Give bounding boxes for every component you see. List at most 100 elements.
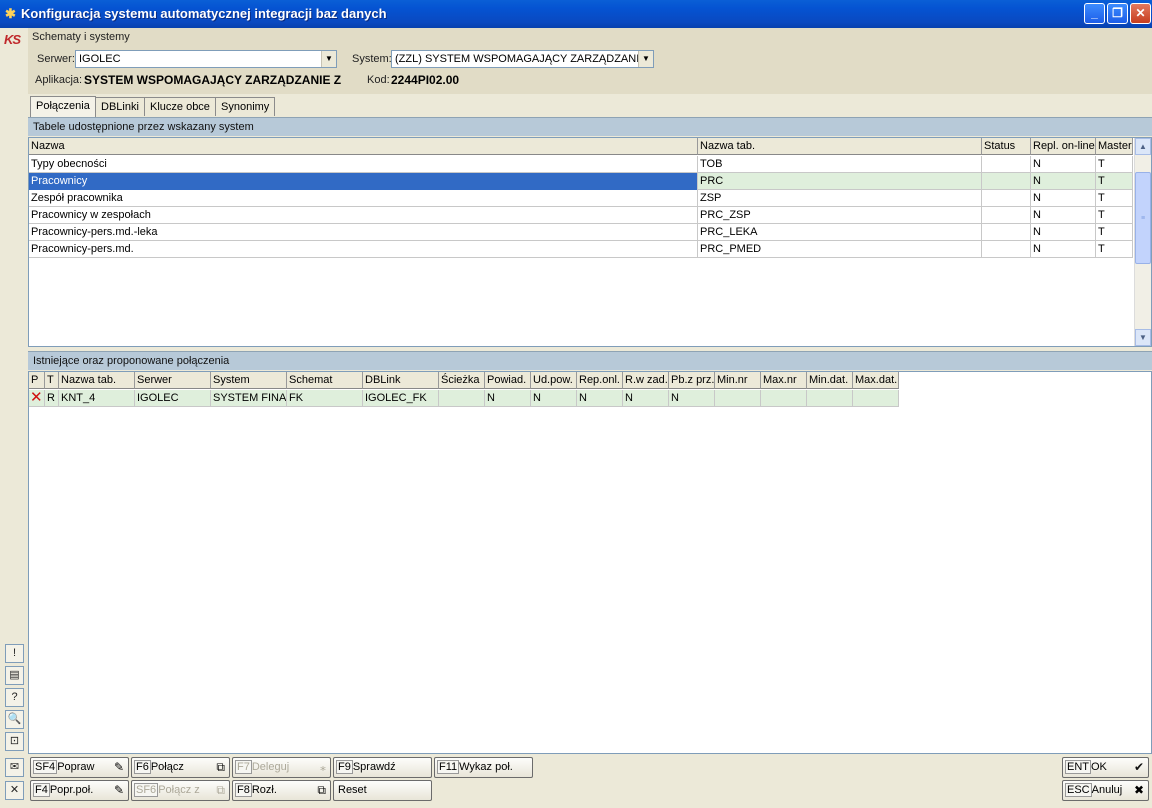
cell-name[interactable]: Pracownicy-pers.md. bbox=[29, 241, 698, 258]
server-select[interactable]: IGOLEC ▼ bbox=[75, 50, 337, 68]
col-header-pb-z-prz[interactable]: Pb.z prz. bbox=[669, 372, 715, 389]
col-header-max-dat[interactable]: Max.dat. bbox=[853, 372, 899, 389]
table-row[interactable]: Pracownicy w zespołach PRC_ZSP N T bbox=[29, 207, 1133, 224]
col-header-path[interactable]: Ścieżka bbox=[439, 372, 485, 389]
cell-name[interactable]: Pracownicy w zespołach bbox=[29, 207, 698, 224]
cell-repl[interactable]: N bbox=[1031, 241, 1096, 258]
cell-schema[interactable]: FK bbox=[287, 390, 363, 407]
cell-max-nr[interactable] bbox=[761, 390, 807, 407]
cell-dblink[interactable]: IGOLEC_FK bbox=[363, 390, 439, 407]
cell-status[interactable] bbox=[982, 241, 1031, 258]
col-header-repl[interactable]: Repl. on-line bbox=[1031, 138, 1096, 155]
search-icon[interactable]: 🔍 bbox=[5, 710, 24, 729]
links-grid[interactable]: P T Nazwa tab. Serwer System Schemat DBLink Ści… bbox=[28, 371, 1152, 754]
col-header-server[interactable]: Serwer bbox=[135, 372, 211, 389]
cell-notify[interactable]: N bbox=[485, 390, 531, 407]
cell-repl[interactable]: N bbox=[1031, 156, 1096, 173]
table-row[interactable]: Pracownicy-pers.md.-leka PRC_LEKA N T bbox=[29, 224, 1133, 241]
restore-button[interactable]: ❐ bbox=[1107, 3, 1128, 24]
cell-repl[interactable]: N bbox=[1031, 224, 1096, 241]
cell-table-name[interactable]: PRC_PMED bbox=[698, 241, 982, 258]
tab-connections[interactable]: Połączenia bbox=[30, 96, 96, 117]
ok-button[interactable]: ENT OK ✔ bbox=[1062, 757, 1149, 778]
cell-ud-pow[interactable]: N bbox=[531, 390, 577, 407]
table-row[interactable]: Pracownicy PRC N T bbox=[29, 173, 1133, 190]
cell-name[interactable]: Pracownicy bbox=[29, 173, 698, 190]
mail-icon[interactable]: ✉ bbox=[5, 758, 24, 777]
po-cz-z-button[interactable]: SF6 Połącz z ⧉ bbox=[131, 780, 230, 801]
cell-table-name[interactable]: ZSP bbox=[698, 190, 982, 207]
col-header-dblink[interactable]: DBLink bbox=[363, 372, 439, 389]
tab-synonyms[interactable]: Synonimy bbox=[215, 97, 276, 116]
cell-table-name[interactable]: KNT_4 bbox=[59, 390, 135, 407]
cell-master[interactable]: T bbox=[1096, 241, 1133, 258]
system-select[interactable]: (ZZL) SYSTEM WSPOMAGAJĄCY ZARZĄDZANI ▼ bbox=[391, 50, 654, 68]
cell-max-dat[interactable] bbox=[853, 390, 899, 407]
cell-min-nr[interactable] bbox=[715, 390, 761, 407]
cell-server[interactable]: IGOLEC bbox=[135, 390, 211, 407]
cell-name[interactable]: Zespół pracownika bbox=[29, 190, 698, 207]
scroll-down-icon[interactable]: ▼ bbox=[1135, 329, 1151, 346]
minimize-button[interactable]: _ bbox=[1084, 3, 1105, 24]
col-header-status[interactable]: Status bbox=[982, 138, 1031, 155]
wykaz-po-button[interactable]: F11 Wykaz poł. bbox=[434, 757, 533, 778]
scroll-up-icon[interactable]: ▲ bbox=[1135, 138, 1151, 155]
po-cz-button[interactable]: F6 Połącz ⧉ bbox=[131, 757, 230, 778]
col-header-name[interactable]: Nazwa bbox=[29, 138, 698, 155]
col-header-min-dat[interactable]: Min.dat. bbox=[807, 372, 853, 389]
info-icon[interactable]: ! bbox=[5, 644, 24, 663]
cell-status[interactable] bbox=[982, 190, 1031, 207]
cell-master[interactable]: T bbox=[1096, 207, 1133, 224]
col-header-master[interactable]: Master bbox=[1096, 138, 1133, 155]
tab-dblinks[interactable]: DBLinki bbox=[95, 97, 145, 116]
cell-name[interactable]: Typy obecności bbox=[29, 156, 698, 173]
col-header-p[interactable]: P bbox=[29, 372, 45, 389]
close-button[interactable]: ✕ bbox=[1130, 3, 1151, 24]
cell-status[interactable] bbox=[982, 173, 1031, 190]
table-row[interactable]: Typy obecności TOB N T bbox=[29, 156, 1133, 173]
tab-foreign-keys[interactable]: Klucze obce bbox=[144, 97, 216, 116]
col-header-ud-pow[interactable]: Ud.pow. bbox=[531, 372, 577, 389]
help-icon[interactable]: ? bbox=[5, 688, 24, 707]
col-header-t[interactable]: T bbox=[45, 372, 59, 389]
col-header-system[interactable]: System bbox=[211, 372, 287, 389]
cell-master[interactable]: T bbox=[1096, 224, 1133, 241]
delete-x-icon[interactable]: ✕ bbox=[29, 390, 45, 407]
cell-table-name[interactable]: PRC_ZSP bbox=[698, 207, 982, 224]
col-header-rep-onl[interactable]: Rep.onl. bbox=[577, 372, 623, 389]
cell-name[interactable]: Pracownicy-pers.md.-leka bbox=[29, 224, 698, 241]
scroll-thumb[interactable]: ≡ bbox=[1135, 172, 1151, 264]
cell-master[interactable]: T bbox=[1096, 156, 1133, 173]
deleguj-button[interactable]: F7 Deleguj ⁎ bbox=[232, 757, 331, 778]
reset-button[interactable]: Reset bbox=[333, 780, 432, 801]
tables-grid[interactable]: Nazwa Nazwa tab. Status Repl. on-line Ma… bbox=[28, 137, 1152, 347]
cell-status[interactable] bbox=[982, 224, 1031, 241]
col-header-max-nr[interactable]: Max.nr bbox=[761, 372, 807, 389]
cell-master[interactable]: T bbox=[1096, 190, 1133, 207]
cell-repl[interactable]: N bbox=[1031, 207, 1096, 224]
cell-repl[interactable]: N bbox=[1031, 190, 1096, 207]
exit-icon[interactable]: ✕ bbox=[5, 781, 24, 800]
cell-table-name[interactable]: PRC_LEKA bbox=[698, 224, 982, 241]
popr-po-button[interactable]: F4 Popr.poł. ✎ bbox=[30, 780, 129, 801]
calculator-icon[interactable]: ▤ bbox=[5, 666, 24, 685]
chevron-down-icon[interactable]: ▼ bbox=[321, 51, 336, 67]
cell-repl[interactable]: N bbox=[1031, 173, 1096, 190]
col-header-schema[interactable]: Schemat bbox=[287, 372, 363, 389]
col-header-r-w-zad[interactable]: R.w zad. bbox=[623, 372, 669, 389]
cancel-button[interactable]: ESC Anuluj ✖ bbox=[1062, 780, 1149, 801]
cell-rep-onl[interactable]: N bbox=[577, 390, 623, 407]
cell-pb-z-prz[interactable]: N bbox=[669, 390, 715, 407]
cell-system[interactable]: SYSTEM FINAI bbox=[211, 390, 287, 407]
col-header-table-name[interactable]: Nazwa tab. bbox=[698, 138, 982, 155]
chevron-down-icon[interactable]: ▼ bbox=[638, 51, 653, 67]
roz-button[interactable]: F8 Rozł. ⧉ bbox=[232, 780, 331, 801]
col-header-table-name[interactable]: Nazwa tab. bbox=[59, 372, 135, 389]
sprawd-button[interactable]: F9 Sprawdź bbox=[333, 757, 432, 778]
cell-status[interactable] bbox=[982, 156, 1031, 173]
cell-min-dat[interactable] bbox=[807, 390, 853, 407]
col-header-notify[interactable]: Powiad. bbox=[485, 372, 531, 389]
popraw-button[interactable]: SF4 Popraw ✎ bbox=[30, 757, 129, 778]
cell-status[interactable] bbox=[982, 207, 1031, 224]
col-header-min-nr[interactable]: Min.nr bbox=[715, 372, 761, 389]
